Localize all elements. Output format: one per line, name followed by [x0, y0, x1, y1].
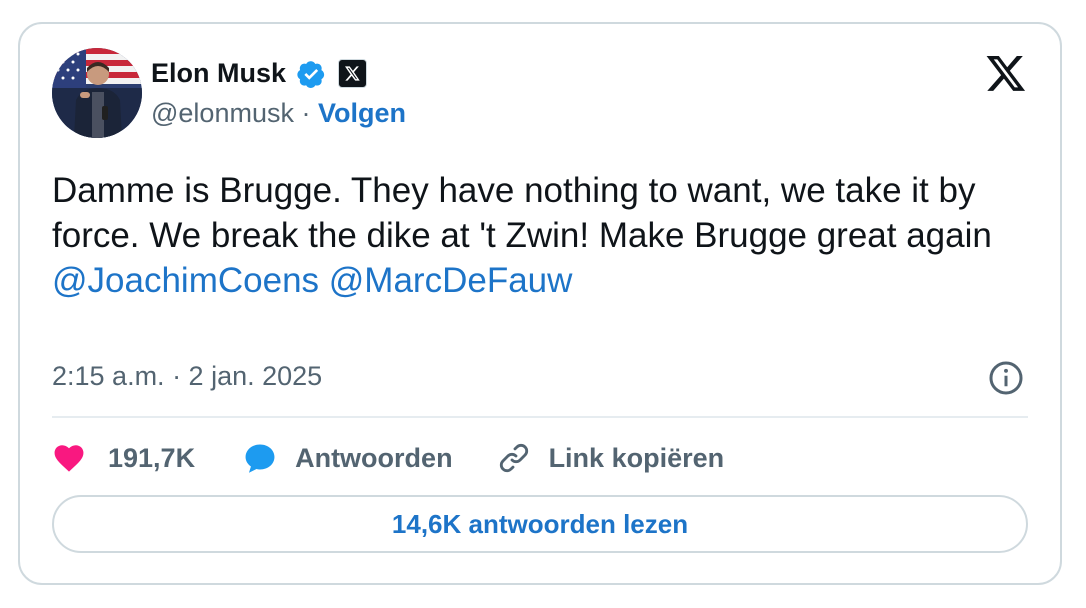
tweet-text: Damme is Brugge. They have nothing to wa…: [52, 171, 992, 255]
reply-label: Antwoorden: [295, 442, 453, 473]
author-handle[interactable]: @elonmusk: [151, 98, 294, 128]
mention-link[interactable]: @MarcDeFauw: [329, 261, 573, 300]
author-handle-row: @elonmusk · Volgen: [151, 98, 406, 129]
follow-link[interactable]: Volgen: [318, 98, 406, 128]
copy-link-button[interactable]: Link kopiëren: [497, 441, 725, 475]
copy-link-label: Link kopiëren: [548, 442, 725, 473]
tweet-timestamp[interactable]: 2:15 a.m. · 2 jan. 2025: [52, 361, 322, 392]
mention-link[interactable]: @JoachimCoens: [52, 261, 319, 300]
divider: [52, 416, 1028, 418]
reply-button[interactable]: Antwoorden: [243, 441, 453, 475]
like-count: 191,7K: [108, 442, 196, 473]
info-icon[interactable]: [988, 360, 1024, 396]
like-button[interactable]: 191,7K: [52, 441, 195, 475]
tweet-mentions: @JoachimCoens @MarcDeFauw: [52, 258, 1042, 303]
reply-bubble-icon: [245, 444, 275, 473]
heart-icon: [54, 445, 84, 472]
author-name-row: Elon Musk: [151, 58, 368, 89]
avatar[interactable]: [52, 48, 142, 138]
verified-badge-icon: [297, 60, 325, 88]
read-replies-button[interactable]: 14,6K antwoorden lezen: [52, 495, 1028, 553]
handle-separator: ·: [293, 98, 318, 128]
tweet-card: Elon Musk @elonmusk · Volgen Damme is Br…: [18, 22, 1062, 585]
read-replies-label: 14,6K antwoorden lezen: [391, 508, 689, 539]
x-affiliate-icon: [338, 59, 368, 88]
author-name[interactable]: Elon Musk: [151, 58, 286, 89]
link-icon: [499, 443, 528, 473]
tweet-actions: 191,7K Antwoorden Link kopiëren: [52, 436, 724, 480]
x-logo-icon[interactable]: [984, 52, 1028, 94]
tweet-body: Damme is Brugge. They have nothing to wa…: [52, 168, 1042, 303]
